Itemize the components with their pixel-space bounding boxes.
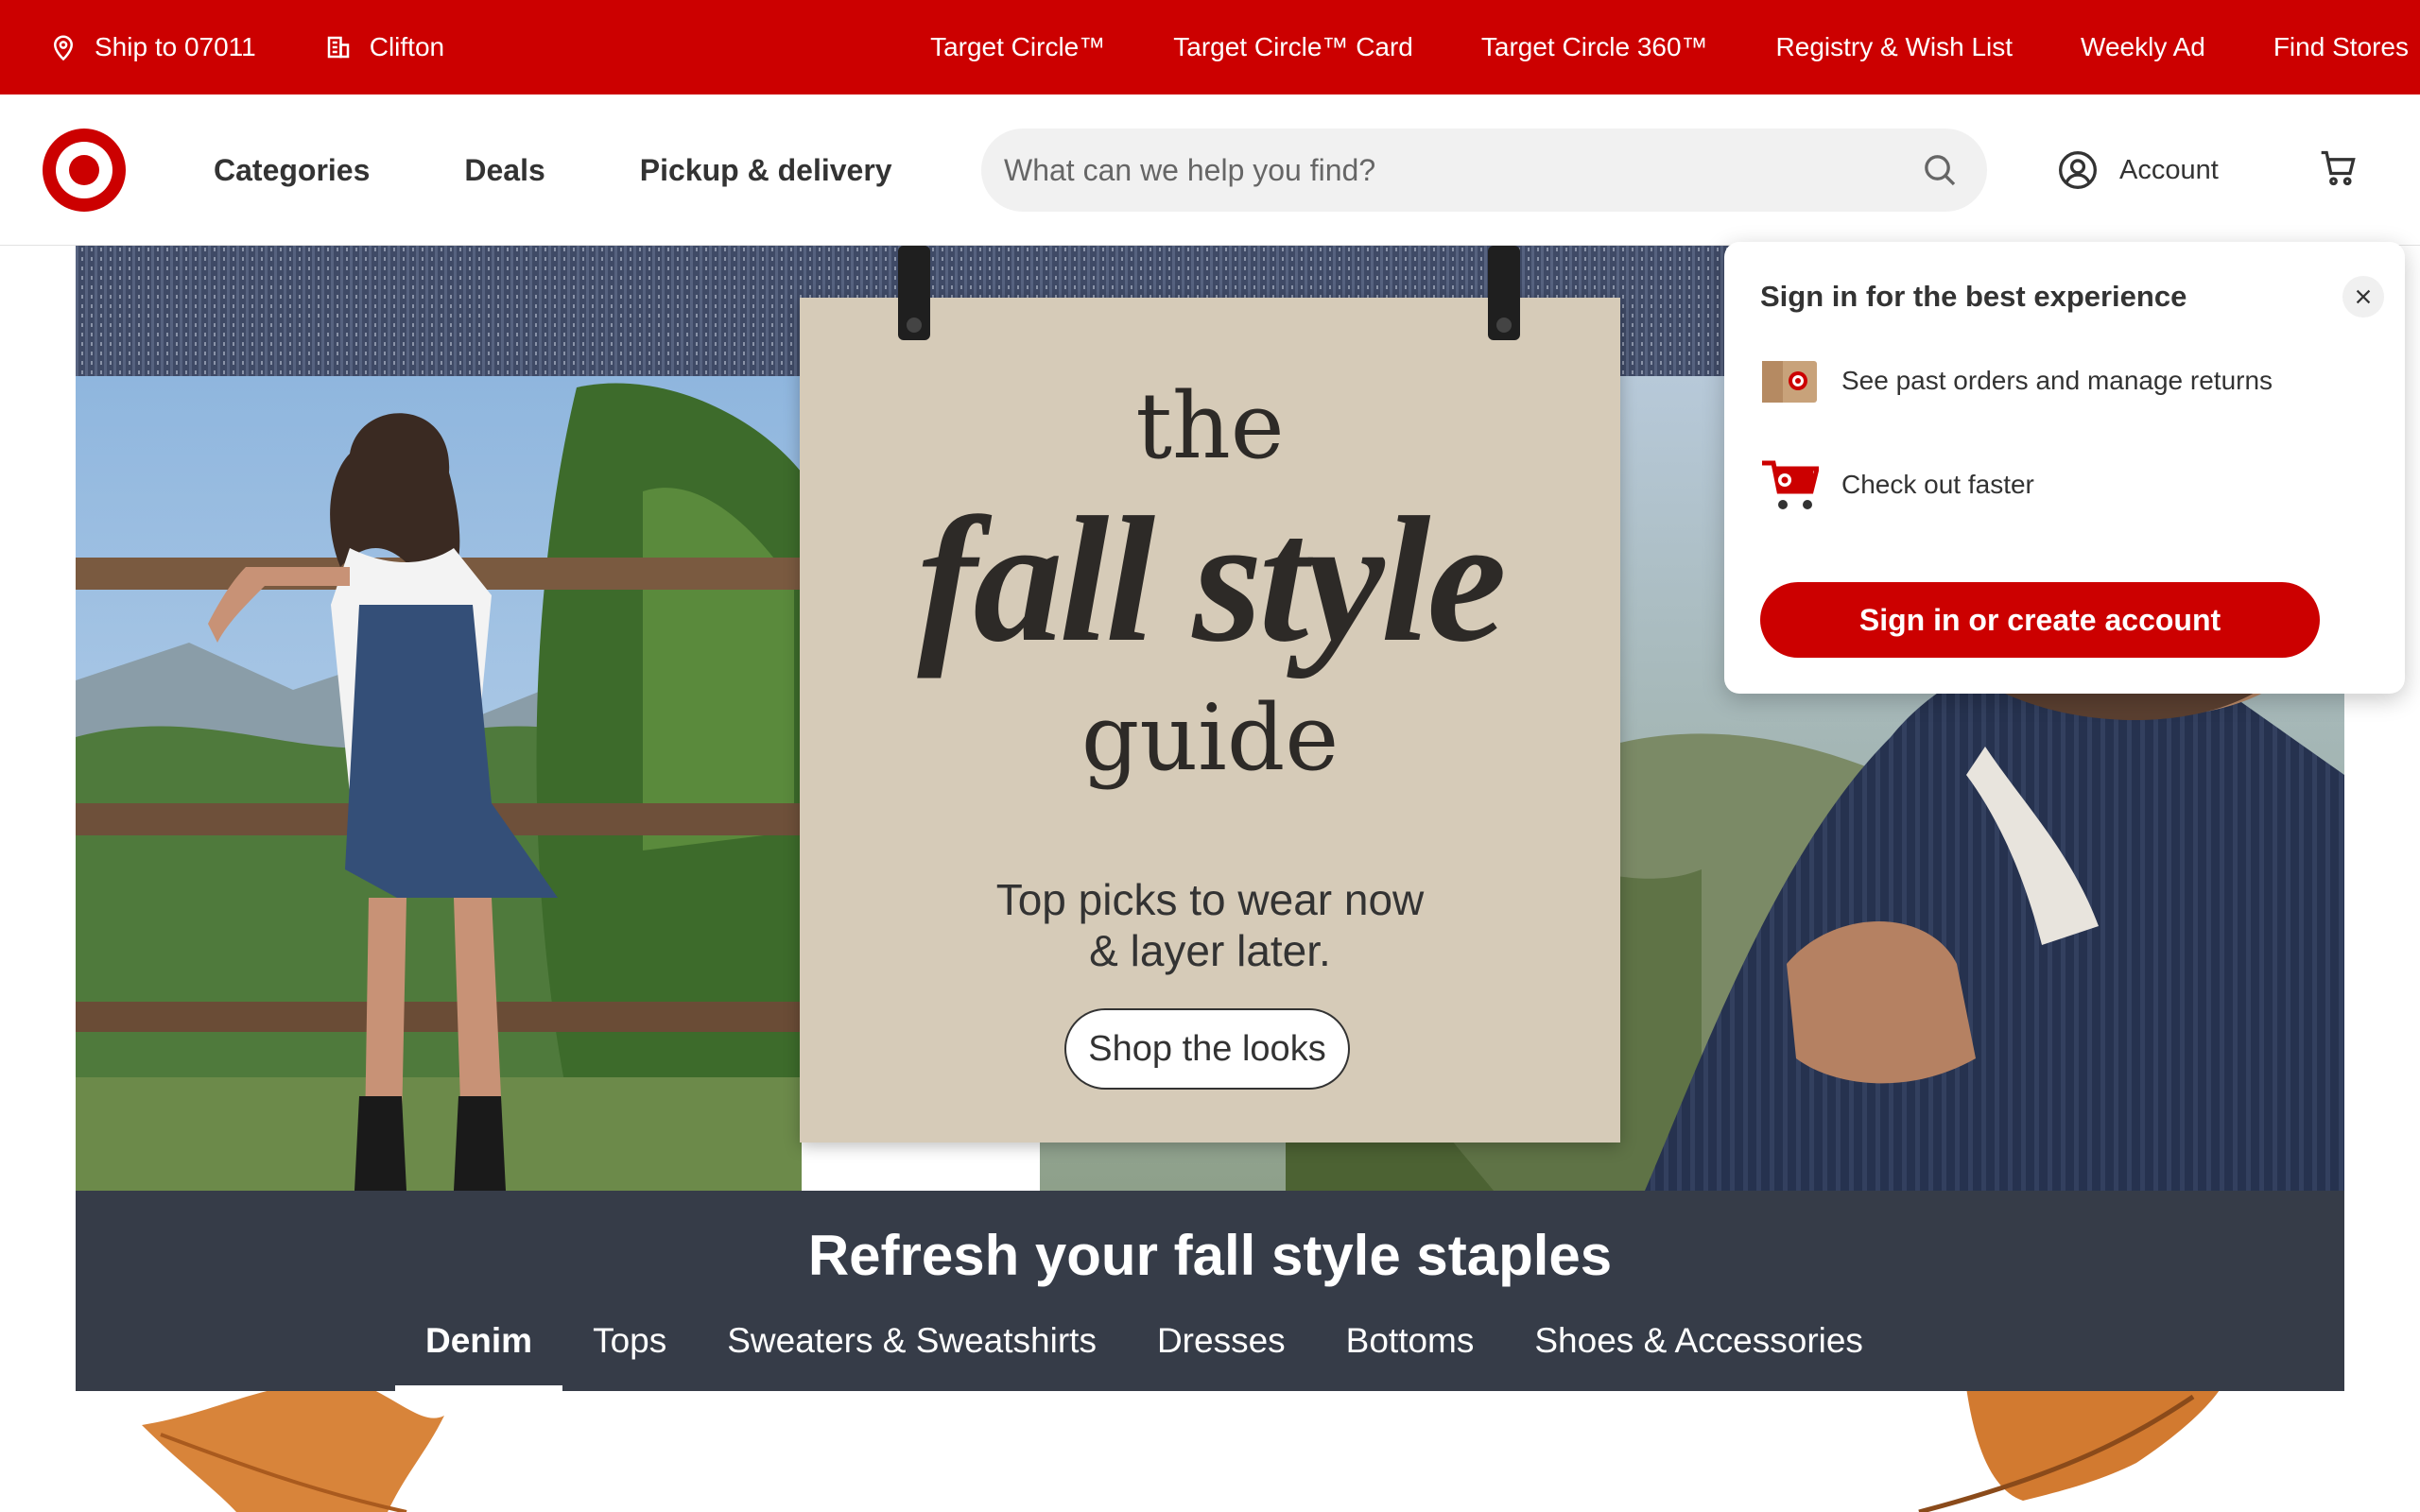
ship-to-label: Ship to 07011 [95, 32, 256, 61]
tab-bottoms[interactable]: Bottoms [1316, 1312, 1505, 1391]
cart-icon[interactable] [2318, 147, 2360, 189]
shop-the-looks-button[interactable]: Shop the looks [1064, 1008, 1350, 1090]
account-label: Account [2119, 154, 2219, 185]
nav-pickup-delivery[interactable]: Pickup & delivery [640, 153, 892, 188]
band-title: Refresh your fall style staples [807, 1224, 1613, 1287]
hero-title-top: the [1135, 373, 1285, 479]
below-band-section [0, 1391, 2420, 1512]
utility-left: Ship to 07011 Clifton [49, 0, 444, 94]
hero-subtitle: Top picks to wear now & layer later. [800, 874, 1620, 976]
past-orders-text: See past orders and manage returns [1841, 366, 2273, 395]
find-stores-link[interactable]: Find Stores [2273, 32, 2409, 62]
nav-deals[interactable]: Deals [464, 153, 544, 188]
category-tabs: Denim Tops Sweaters & Sweatshirts Dresse… [395, 1312, 1893, 1391]
store-label: Clifton [369, 32, 445, 61]
search-icon[interactable] [1921, 151, 1959, 189]
package-icon [1762, 361, 1817, 403]
checkout-faster-row: Check out faster [1760, 457, 2034, 512]
category-band: Refresh your fall style staples Denim To… [76, 1191, 2344, 1391]
fall-style-guide-card: the fall style guide Top picks to wear n… [800, 246, 1620, 1143]
binder-clip-right [1488, 246, 1520, 340]
close-popover-button[interactable] [2342, 276, 2384, 318]
utility-links: Target Circle™ Target Circle™ Card Targe… [930, 0, 2409, 94]
nav-categories[interactable]: Categories [214, 153, 370, 188]
binder-clip-left [898, 246, 930, 340]
tab-dresses[interactable]: Dresses [1127, 1312, 1316, 1391]
store-icon [327, 36, 349, 59]
target-circle-360-link[interactable]: Target Circle 360™ [1481, 32, 1708, 62]
close-icon [2356, 289, 2371, 304]
autumn-leaf-right-icon [1918, 1391, 2220, 1512]
popover-caret [2131, 215, 2180, 244]
target-circle-link[interactable]: Target Circle™ [930, 32, 1105, 62]
tab-denim[interactable]: Denim [395, 1312, 563, 1391]
popover-title: Sign in for the best experience [1760, 280, 2187, 313]
tab-sweaters-sweatshirts[interactable]: Sweaters & Sweatshirts [697, 1312, 1127, 1391]
tab-shoes-accessories[interactable]: Shoes & Accessories [1504, 1312, 1893, 1391]
target-circle-card-link[interactable]: Target Circle™ Card [1173, 32, 1413, 62]
search-bar [981, 129, 1987, 212]
past-orders-row: See past orders and manage returns [1760, 353, 2273, 408]
sign-in-button[interactable]: Sign in or create account [1760, 582, 2320, 658]
hero-title-bottom: guide [1080, 685, 1340, 791]
location-pin-icon [53, 35, 74, 61]
hero-subtitle-line1: Top picks to wear now [995, 875, 1425, 924]
account-icon [2059, 151, 2097, 189]
tab-tops[interactable]: Tops [562, 1312, 697, 1391]
checkout-faster-text: Check out faster [1841, 470, 2034, 499]
weekly-ad-link[interactable]: Weekly Ad [2081, 32, 2205, 62]
sign-in-popover: Sign in for the best experience See past… [1724, 242, 2405, 694]
search-input[interactable] [1004, 129, 1911, 212]
autumn-leaf-left-icon [142, 1391, 444, 1512]
shopping-cart-icon [1762, 460, 1819, 509]
store-link[interactable]: Clifton [324, 32, 444, 62]
hero-subtitle-line2: & layer later. [1089, 926, 1331, 975]
hero-title-main: fall style [917, 481, 1507, 679]
registry-link[interactable]: Registry & Wish List [1776, 32, 2014, 62]
main-header: Categories Deals Pickup & delivery Accou… [0, 94, 2420, 246]
utility-bar: Ship to 07011 Clifton Target Circle™ Tar… [0, 0, 2420, 94]
target-logo-icon[interactable] [42, 128, 127, 213]
main-nav: Categories Deals Pickup & delivery [214, 94, 892, 246]
ship-to-link[interactable]: Ship to 07011 [49, 32, 256, 62]
